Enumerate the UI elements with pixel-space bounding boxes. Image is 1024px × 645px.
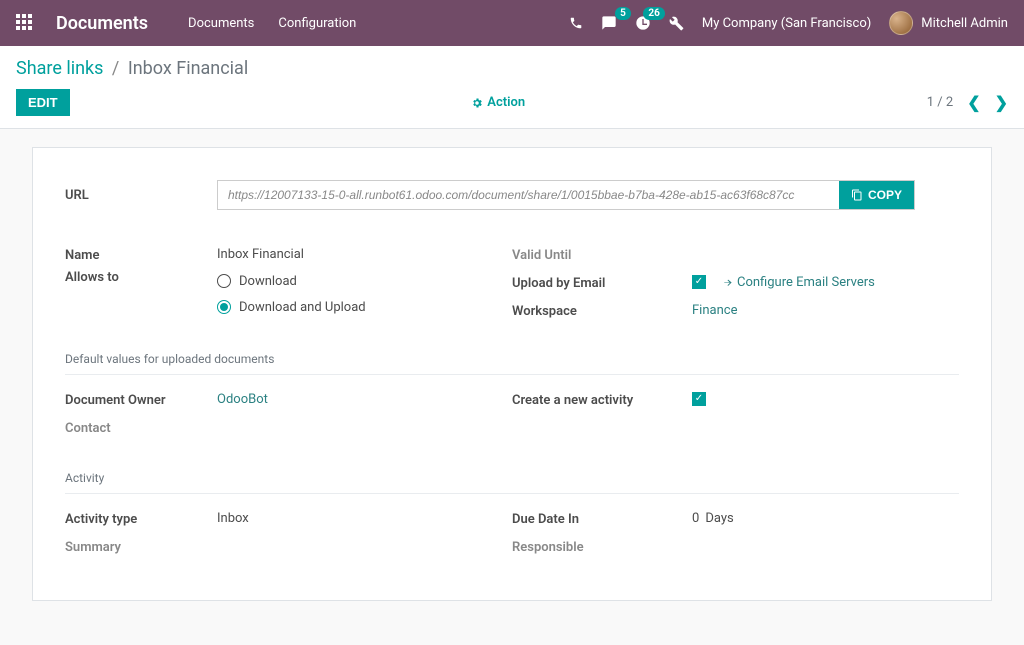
control-panel: Share links / Inbox Financial EDIT Actio… [0, 46, 1024, 129]
due-date-value: 0 [692, 511, 699, 526]
pager-next[interactable]: ❯ [995, 93, 1008, 112]
url-label: URL [65, 180, 217, 210]
nav-configuration[interactable]: Configuration [278, 16, 356, 31]
breadcrumb-current: Inbox Financial [128, 58, 248, 79]
activities-badge: 26 [643, 7, 664, 20]
valid-until-label: Valid Until [512, 246, 664, 263]
avatar [889, 11, 913, 35]
user-name: Mitchell Admin [921, 16, 1008, 31]
activity-section-title: Activity [65, 471, 959, 485]
action-dropdown[interactable]: Action [471, 95, 525, 110]
activity-type-label: Activity type [65, 510, 217, 527]
configure-email-link[interactable]: Configure Email Servers [722, 275, 875, 290]
responsible-label: Responsible [512, 538, 692, 555]
allows-download-radio[interactable] [217, 274, 231, 288]
defaults-section-title: Default values for uploaded documents [65, 352, 959, 366]
create-activity-label: Create a new activity [512, 391, 692, 408]
nav-documents[interactable]: Documents [188, 16, 254, 31]
breadcrumb: Share links / Inbox Financial [16, 58, 1008, 79]
workspace-value[interactable]: Finance [692, 303, 737, 318]
user-menu[interactable]: Mitchell Admin [889, 11, 1008, 35]
apps-icon[interactable] [16, 14, 34, 32]
debug-icon[interactable] [669, 16, 684, 31]
due-date-unit: Days [705, 511, 733, 526]
doc-owner-value[interactable]: OdooBot [217, 392, 268, 407]
allows-download-upload-radio[interactable] [217, 300, 231, 314]
activities-icon[interactable]: 26 [635, 15, 651, 31]
create-activity-checkbox[interactable]: ✓ [692, 392, 706, 406]
copy-button[interactable]: COPY [839, 181, 914, 209]
copy-icon [851, 189, 863, 201]
name-label: Name [65, 246, 217, 263]
pager-prev[interactable]: ❮ [967, 93, 980, 112]
phone-icon[interactable] [569, 16, 583, 30]
contact-label: Contact [65, 419, 217, 436]
due-date-label: Due Date In [512, 510, 692, 527]
upload-email-checkbox[interactable]: ✓ [692, 275, 706, 289]
pager: 1 / 2 ❮ ❯ [927, 93, 1008, 112]
app-title: Documents [56, 13, 148, 34]
allows-label: Allows to [65, 268, 217, 285]
messages-badge: 5 [615, 7, 631, 20]
url-input[interactable] [218, 181, 839, 209]
form-sheet: URL COPY Name Inbox Financial [32, 147, 992, 601]
breadcrumb-parent[interactable]: Share links [16, 58, 103, 79]
activity-type-value: Inbox [217, 511, 249, 526]
arrow-right-icon [722, 277, 733, 288]
workspace-label: Workspace [512, 302, 692, 319]
name-value: Inbox Financial [217, 247, 304, 262]
edit-button[interactable]: EDIT [16, 89, 70, 116]
gear-icon [471, 97, 483, 109]
navbar: Documents Documents Configuration 5 26 M… [0, 0, 1024, 46]
divider [65, 374, 959, 375]
company-selector[interactable]: My Company (San Francisco) [702, 16, 871, 31]
messages-icon[interactable]: 5 [601, 15, 617, 31]
summary-label: Summary [65, 538, 217, 555]
pager-text: 1 / 2 [927, 95, 953, 110]
divider [65, 493, 959, 494]
upload-email-label: Upload by Email [512, 274, 692, 291]
doc-owner-label: Document Owner [65, 391, 217, 408]
